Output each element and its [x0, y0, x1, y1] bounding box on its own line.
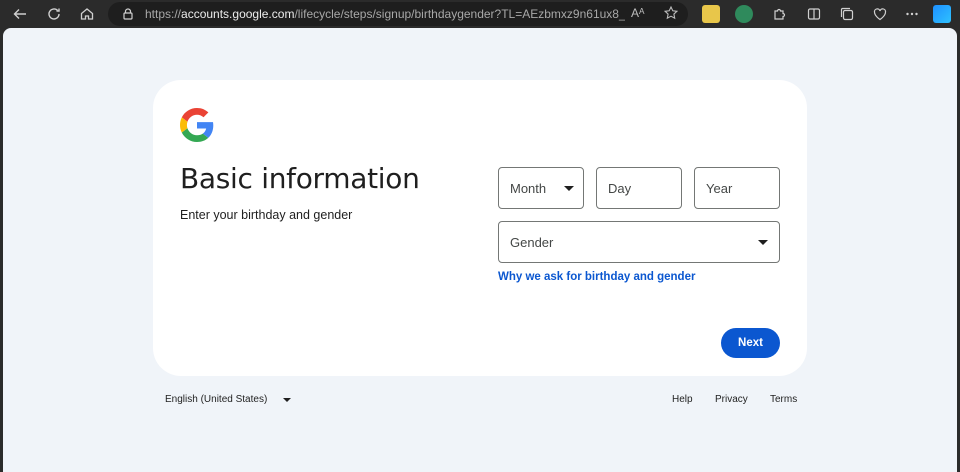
year-input[interactable]: Year	[694, 167, 780, 209]
next-button[interactable]: Next	[721, 328, 780, 358]
favorite-star-icon[interactable]	[663, 5, 679, 26]
privacy-link[interactable]: Privacy	[715, 394, 748, 405]
more-options-icon[interactable]	[901, 3, 923, 25]
signup-card: Basic information Enter your birthday an…	[153, 80, 807, 376]
browser-toolbar: https://accounts.google.com/lifecycle/st…	[0, 0, 960, 28]
chevron-down-icon[interactable]	[283, 398, 291, 402]
extension-1-icon[interactable]	[702, 5, 720, 23]
url-text: https://accounts.google.com/lifecycle/st…	[145, 7, 625, 21]
address-bar[interactable]: https://accounts.google.com/lifecycle/st…	[108, 2, 688, 26]
chevron-down-icon	[564, 186, 574, 191]
why-we-ask-link[interactable]: Why we ask for birthday and gender	[498, 271, 695, 283]
month-label: Month	[510, 181, 547, 196]
extensions-puzzle-icon[interactable]	[768, 3, 790, 25]
split-screen-icon[interactable]	[803, 3, 825, 25]
page-subtitle: Enter your birthday and gender	[180, 208, 353, 222]
day-label: Day	[608, 181, 632, 196]
day-input[interactable]: Day	[596, 167, 682, 209]
back-arrow-icon[interactable]	[9, 3, 31, 25]
year-label: Year	[706, 181, 733, 196]
language-select[interactable]: English (United States)	[165, 394, 267, 405]
gender-label: Gender	[510, 235, 554, 250]
lock-icon[interactable]	[120, 6, 136, 22]
page: Basic information Enter your birthday an…	[3, 28, 957, 472]
gender-select[interactable]: Gender	[498, 221, 780, 263]
grammarly-icon[interactable]	[735, 5, 753, 23]
browser-essentials-icon[interactable]	[869, 3, 891, 25]
copilot-icon[interactable]	[933, 5, 951, 23]
help-link[interactable]: Help	[672, 394, 693, 405]
google-logo-icon	[180, 108, 214, 142]
reload-icon[interactable]	[43, 3, 65, 25]
collections-icon[interactable]	[836, 3, 858, 25]
month-select[interactable]: Month	[498, 167, 584, 209]
chevron-down-icon	[758, 240, 768, 245]
home-icon[interactable]	[76, 3, 98, 25]
page-title: Basic information	[180, 162, 420, 195]
terms-link[interactable]: Terms	[770, 394, 797, 405]
read-aloud-icon[interactable]: Aᴬ	[631, 6, 644, 20]
